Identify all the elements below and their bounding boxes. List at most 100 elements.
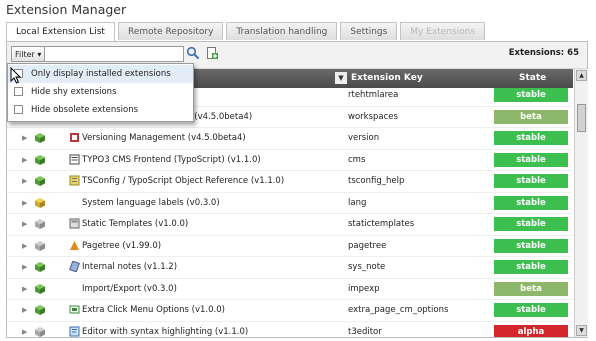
expand-arrow-icon[interactable]: ▶ (22, 134, 27, 142)
table-row[interactable]: ▶ System language labels (v0.3.0) lang stab… (7, 193, 573, 214)
table-row[interactable]: ▶ Extra Click Menu Options (v1.0.0) extra_… (7, 300, 573, 322)
extension-key: lang (348, 197, 367, 208)
filter-option-3[interactable]: Hide obsolete extensions (8, 101, 193, 119)
extension-name: Extra Click Menu Options (v1.0.0) (82, 305, 225, 315)
tab-bar: Local Extension List Remote Repository Tra… (6, 22, 488, 42)
editor-icon (69, 326, 80, 337)
green-cube-icon[interactable] (34, 304, 46, 316)
expand-arrow-icon[interactable]: ▶ (22, 220, 27, 228)
search-icon[interactable] (186, 46, 200, 60)
new-document-icon[interactable] (205, 46, 219, 60)
table-row[interactable]: ▶ Import/Export (v0.3.0) impexp beta (7, 279, 573, 300)
table-row[interactable]: ▶ TYPO3 CMS Frontend (TypoScript) (v1.1.0… (7, 150, 573, 171)
table-row[interactable]: ▶ Versioning Management (v4.5.0beta4) vers… (7, 128, 573, 150)
status-badge: stable (494, 303, 568, 317)
filter-option-label: Hide obsolete extensions (31, 105, 139, 115)
status-badge: stable (494, 238, 568, 253)
table-row[interactable]: ▶ Internal notes (v1.1.2) sys_note stable (7, 257, 573, 279)
green-cube-icon[interactable] (34, 261, 46, 273)
yellow-cube-icon[interactable] (34, 197, 46, 209)
filter-option-label: Only display installed extensions (31, 69, 171, 79)
green-cube-icon[interactable] (34, 283, 46, 295)
expand-arrow-icon[interactable]: ▶ (22, 328, 27, 336)
extension-key: workspaces (348, 111, 398, 122)
table-row[interactable]: ▶ Editor with syntax highlighting (v1.1.0… (7, 322, 573, 338)
templates-icon (69, 218, 80, 229)
vertical-scrollbar[interactable]: ▲ ▼ (574, 69, 588, 337)
green-cube-icon[interactable] (34, 175, 46, 187)
extension-name: Editor with syntax highlighting (v1.1.0) (82, 326, 249, 337)
extension-key: extra_page_cm_options (348, 305, 449, 315)
expand-arrow-icon[interactable]: ▶ (22, 242, 27, 250)
extension-key: version (348, 133, 380, 143)
filter-checkbox[interactable] (14, 87, 23, 96)
extension-key: t3editor (348, 326, 382, 337)
table-row[interactable]: ▶ TSConfig / TypoScript Object Reference … (7, 171, 573, 193)
status-badge: beta (494, 281, 568, 296)
scroll-down-icon[interactable]: ▼ (576, 325, 587, 336)
status-badge: stable (494, 195, 568, 210)
extension-name: Static Templates (v1.0.0) (82, 219, 189, 229)
extension-key: sys_note (348, 262, 386, 272)
clickmenu-icon (69, 304, 80, 315)
extension-table-body: ▶rtehtmlareastable▶Workspaces Management… (7, 88, 573, 337)
scroll-thumb[interactable] (577, 104, 586, 132)
scroll-up-icon[interactable]: ▲ (576, 70, 587, 81)
green-cube-icon[interactable] (34, 154, 46, 166)
extension-key: pagetree (348, 240, 387, 251)
filter-option-label: Hide shy extensions (31, 87, 117, 97)
notes-icon (69, 260, 80, 273)
status-badge: stable (494, 131, 568, 145)
grey-cube-icon[interactable] (34, 326, 46, 338)
extension-count: Extensions: 65 (508, 48, 579, 58)
expand-arrow-icon[interactable]: ▶ (22, 156, 27, 164)
tab-settings[interactable]: Settings (340, 22, 398, 40)
extension-name: Import/Export (v0.3.0) (82, 283, 177, 294)
tab-remote-repository[interactable]: Remote Repository (117, 22, 224, 40)
extension-name: Pagetree (v1.99.0) (82, 240, 162, 251)
mouse-cursor-icon (10, 67, 22, 84)
extension-key: statictemplates (348, 219, 415, 229)
grey-cube-icon[interactable] (34, 218, 46, 230)
expand-arrow-icon[interactable]: ▶ (22, 263, 27, 271)
expand-arrow-icon[interactable]: ▶ (22, 199, 27, 207)
expand-arrow-icon[interactable]: ▶ (22, 177, 27, 185)
extension-name: Versioning Management (v4.5.0beta4) (82, 133, 246, 143)
expand-arrow-icon[interactable]: ▶ (22, 306, 27, 314)
tab-translation-handling[interactable]: Translation handling (226, 22, 338, 40)
extension-name: TSConfig / TypoScript Object Reference (… (82, 176, 285, 186)
table-row[interactable]: ▶ Static Templates (v1.0.0) statictemplate… (7, 214, 573, 236)
frontend-icon (69, 154, 80, 165)
extension-name: System language labels (v0.3.0) (82, 197, 220, 208)
table-row[interactable]: ▶ Pagetree (v1.99.0) pagetree stable (7, 236, 573, 257)
filter-option-1[interactable]: Only display installed extensions (8, 65, 193, 83)
grey-cube-icon[interactable] (34, 240, 46, 252)
extension-name: Internal notes (v1.1.2) (82, 262, 178, 272)
status-badge: alpha (494, 324, 568, 337)
filter-button[interactable]: Filter ▾ (11, 46, 46, 62)
versioning-icon (69, 132, 80, 143)
status-badge: stable (494, 88, 568, 102)
status-badge: stable (494, 217, 568, 231)
page-title: Extension Manager (6, 2, 127, 17)
status-badge: stable (494, 260, 568, 274)
filter-option-2[interactable]: Hide shy extensions (8, 83, 193, 101)
tab-my-extensions: My Extensions (400, 22, 486, 40)
green-cube-icon[interactable] (34, 132, 46, 144)
expand-arrow-icon[interactable]: ▶ (22, 285, 27, 293)
status-badge: beta (494, 109, 568, 124)
sort-dropdown-icon[interactable]: ▼ (335, 72, 347, 84)
status-badge: stable (494, 174, 568, 188)
filter-checkbox[interactable] (14, 105, 23, 114)
extension-key: cms (348, 154, 366, 165)
extension-key: rtehtmlarea (348, 90, 399, 100)
pagetree-icon (69, 240, 80, 251)
tsconfig-icon (69, 175, 80, 186)
extension-key: tsconfig_help (348, 176, 405, 186)
column-header-extension-key[interactable]: Extension Key (351, 73, 423, 83)
filter-menu: Only display installed extensions Hide sh… (7, 63, 194, 122)
status-badge: stable (494, 152, 568, 167)
column-header-state[interactable]: State (519, 73, 546, 83)
search-input[interactable] (44, 46, 184, 62)
tab-local-extension-list[interactable]: Local Extension List (6, 22, 115, 42)
